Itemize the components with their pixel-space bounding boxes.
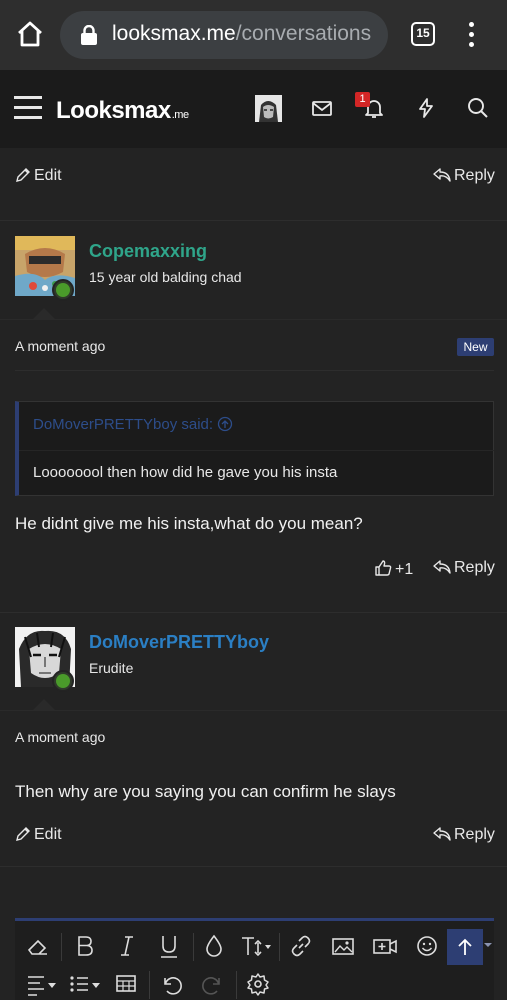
scroll-up-button[interactable] xyxy=(447,929,483,965)
reply-arrow-icon xyxy=(433,827,451,841)
quote-block: DoMoverPRETTYboy said: Loooooool then ho… xyxy=(15,401,494,496)
post-divider xyxy=(0,866,507,867)
circle-up-arrow-icon xyxy=(217,416,233,432)
pencil-icon xyxy=(16,827,30,841)
undo-icon[interactable] xyxy=(156,969,186,999)
browser-toolbar: looksmax.me/conversations 15 xyxy=(0,0,507,70)
bold-icon[interactable] xyxy=(70,931,100,961)
table-icon[interactable] xyxy=(111,969,141,999)
url-domain: looksmax.me xyxy=(112,22,236,45)
post-timestamp[interactable]: A moment ago xyxy=(15,338,105,354)
quote-author: DoMoverPRETTYboy said: xyxy=(33,416,214,433)
online-status-indicator xyxy=(52,279,74,301)
reaction-count: +1 xyxy=(395,561,414,578)
toolbar-separator xyxy=(61,933,62,961)
inbox-envelope-icon[interactable] xyxy=(310,96,334,120)
reply-label: Reply xyxy=(454,559,495,576)
account-avatar[interactable] xyxy=(255,95,282,122)
online-status-indicator xyxy=(52,670,74,692)
edit-button[interactable]: Edit xyxy=(15,826,62,844)
url-text: looksmax.me/conversations xyxy=(112,22,371,46)
italic-icon[interactable] xyxy=(112,931,142,961)
user-title: Erudite xyxy=(89,660,134,676)
username-link[interactable]: Copemaxxing xyxy=(89,241,207,262)
edit-button[interactable]: Edit xyxy=(15,167,62,185)
tab-switcher-button[interactable]: 15 xyxy=(411,22,435,46)
hamburger-menu-icon[interactable] xyxy=(14,96,42,120)
message-post: DoMoverPRETTYboy Erudite A moment ago Th… xyxy=(0,613,507,868)
text-size-icon[interactable] xyxy=(239,931,275,961)
image-icon[interactable] xyxy=(328,931,358,961)
editor-toolbar xyxy=(15,918,494,1000)
address-bar[interactable]: looksmax.me/conversations xyxy=(60,11,388,59)
toolbar-separator xyxy=(193,933,194,961)
reply-button[interactable]: Reply xyxy=(433,167,495,185)
reply-button[interactable]: Reply xyxy=(433,559,495,577)
quote-author-link[interactable]: DoMoverPRETTYboy said: xyxy=(33,416,233,433)
message-body: Then why are you saying you can confirm … xyxy=(15,782,396,801)
url-path: /conversations xyxy=(235,22,372,45)
edit-label: Edit xyxy=(34,167,62,184)
notification-badge: 1 xyxy=(355,92,370,107)
edit-label: Edit xyxy=(34,826,62,843)
new-badge: New xyxy=(457,338,494,356)
video-icon[interactable] xyxy=(370,931,400,961)
reply-arrow-icon xyxy=(433,560,451,574)
header-divider xyxy=(0,319,507,320)
search-icon[interactable] xyxy=(466,96,490,120)
reply-arrow-icon xyxy=(433,168,451,182)
lightning-bolt-icon[interactable] xyxy=(414,96,438,120)
smiley-icon[interactable] xyxy=(412,931,442,961)
site-logo[interactable]: Looksmax.me xyxy=(56,97,189,125)
eraser-icon[interactable] xyxy=(23,931,53,961)
username-link[interactable]: DoMoverPRETTYboy xyxy=(89,632,269,653)
redo-icon[interactable] xyxy=(198,969,228,999)
logo-suffix: .me xyxy=(171,109,189,121)
like-button[interactable]: +1 xyxy=(374,559,413,579)
lock-icon xyxy=(81,25,97,45)
thumbs-up-icon xyxy=(375,560,392,576)
home-icon[interactable] xyxy=(14,18,46,50)
site-header: Looksmax.me 1 xyxy=(0,70,507,148)
link-icon[interactable] xyxy=(286,931,316,961)
header-divider xyxy=(0,710,507,711)
settings-gear-icon[interactable] xyxy=(243,969,273,999)
list-icon[interactable] xyxy=(68,969,104,999)
post-timestamp[interactable]: A moment ago xyxy=(15,729,105,745)
user-title: 15 year old balding chad xyxy=(89,269,242,285)
quote-text: Loooooool then how did he gave you his i… xyxy=(33,464,338,481)
browser-menu-icon[interactable] xyxy=(462,20,482,50)
pencil-icon xyxy=(16,168,30,182)
logo-text: Looksmax xyxy=(56,97,171,124)
reply-label: Reply xyxy=(454,167,495,184)
quote-separator xyxy=(19,450,494,451)
align-icon[interactable] xyxy=(25,969,61,999)
toolbar-separator xyxy=(149,971,150,999)
color-drop-icon[interactable] xyxy=(199,931,229,961)
chevron-down-icon[interactable] xyxy=(483,941,493,949)
meta-divider xyxy=(15,370,494,371)
message-body: He didnt give me his insta,what do you m… xyxy=(15,514,363,533)
toolbar-separator xyxy=(236,971,237,999)
reply-label: Reply xyxy=(454,826,495,843)
scroll-up-icon xyxy=(458,938,472,955)
toolbar-separator xyxy=(279,933,280,961)
underline-icon[interactable] xyxy=(154,931,184,961)
reply-button[interactable]: Reply xyxy=(433,826,495,844)
